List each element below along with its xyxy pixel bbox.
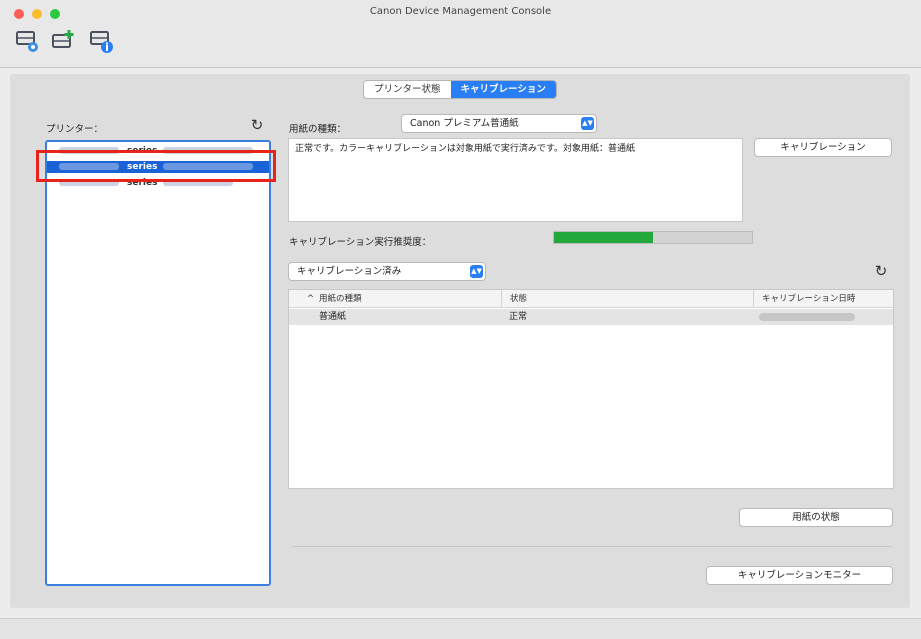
add-printer-icon[interactable] <box>50 28 76 56</box>
printer-settings-icon[interactable] <box>14 28 40 56</box>
printer-list[interactable]: series series series <box>45 140 271 586</box>
toolbar <box>0 24 921 68</box>
calibration-monitor-button[interactable]: キャリブレーションモニター <box>706 566 893 585</box>
paper-type-label: 用紙の種類： <box>289 124 347 135</box>
printer-list-label: プリンター： <box>46 124 104 135</box>
calibration-message: 正常です。カラーキャリブレーションは対象用紙で実行済みです。対象用紙：普通紙 <box>288 138 743 222</box>
column-header-paper-type[interactable]: 用紙の種類 <box>319 290 362 308</box>
tab-calibration[interactable]: キャリブレーション <box>450 81 556 98</box>
sort-indicator-icon: ^ <box>307 294 315 304</box>
table-row[interactable]: 普通紙 正常 <box>289 309 893 325</box>
cell-status: 正常 <box>509 312 528 322</box>
paper-type-select[interactable]: Canon プレミアム普通紙 ▲▼ <box>401 114 597 133</box>
chevron-updown-icon: ▲▼ <box>470 265 483 278</box>
chevron-updown-icon: ▲▼ <box>581 117 594 130</box>
printer-info-icon[interactable] <box>88 28 114 56</box>
column-header-calibration-date[interactable]: キャリブレーション日時 <box>753 290 855 308</box>
title-bar: Canon Device Management Console <box>0 0 921 24</box>
calibration-progress-bar <box>553 231 753 244</box>
divider <box>292 546 892 547</box>
calibration-filter-value: キャリブレーション済み <box>297 266 402 277</box>
cell-paper-type: 普通紙 <box>319 312 347 322</box>
calibration-progress-fill <box>554 232 653 243</box>
paper-type-value: Canon プレミアム普通紙 <box>410 118 519 129</box>
tab-printer-status[interactable]: プリンター状態 <box>364 81 451 98</box>
calibration-table: ^ 用紙の種類 状態 キャリブレーション日時 普通紙 正常 <box>288 289 894 489</box>
window-title: Canon Device Management Console <box>369 6 552 17</box>
paper-status-button[interactable]: 用紙の状態 <box>739 508 893 527</box>
selection-highlight-box <box>36 150 276 182</box>
refresh-printers-icon[interactable]: ↻ <box>248 116 266 134</box>
calibration-filter-select[interactable]: キャリブレーション済み ▲▼ <box>288 262 486 281</box>
calibration-progress-label: キャリブレーション実行推奨度： <box>289 237 432 248</box>
calibration-button[interactable]: キャリブレーション <box>754 138 892 157</box>
cell-calibration-date <box>759 313 855 321</box>
refresh-table-icon[interactable]: ↻ <box>872 262 890 280</box>
tab-bar: プリンター状態 キャリブレーション <box>363 80 557 99</box>
table-header: ^ 用紙の種類 状態 キャリブレーション日時 <box>289 290 893 308</box>
bottom-bar <box>0 618 921 639</box>
column-header-status[interactable]: 状態 <box>501 290 527 308</box>
